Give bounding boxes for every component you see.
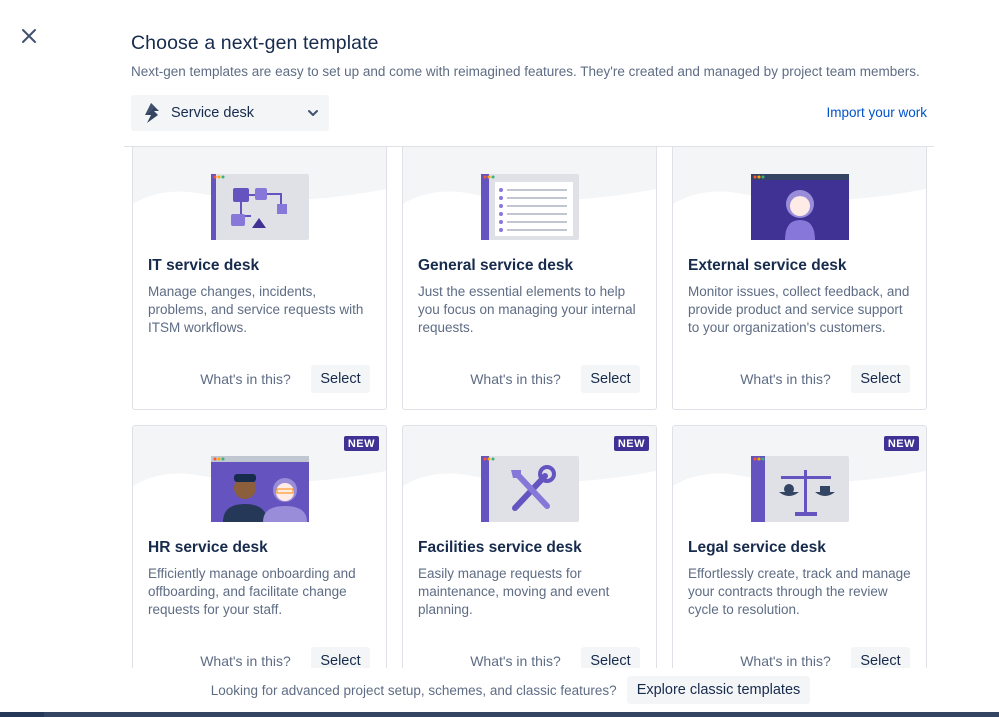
new-badge: NEW [613,436,649,451]
template-card-legal[interactable]: NEW Legal service desk Effortlessly crea… [672,425,927,668]
footer-message: Looking for advanced project setup, sche… [210,682,617,698]
scales-icon [750,456,849,522]
select-button[interactable]: Select [311,647,370,668]
people-icon [210,456,309,522]
project-type-value: Service desk [171,105,255,121]
tools-icon [480,456,579,522]
new-badge: NEW [343,436,379,451]
select-button[interactable]: Select [851,647,910,668]
template-name: External service desk [688,257,847,274]
template-description: Monitor issues, collect feedback, and pr… [688,284,910,335]
bottom-bar [0,712,999,717]
select-button[interactable]: Select [581,365,640,393]
template-card-facilities[interactable]: NEW Facilities service desk Easily manag… [402,425,657,668]
bottom-bar-segment [0,712,44,717]
dialog-title: Choose a next-gen template [131,32,379,54]
template-description: Manage changes, incidents, problems, and… [148,284,364,335]
template-name: Facilities service desk [418,539,582,556]
template-grid[interactable]: IT service desk Manage changes, incident… [124,146,934,668]
chevron-down-icon [308,110,318,116]
checklist-icon [480,174,579,240]
template-name: General service desk [418,257,574,274]
template-card-it[interactable]: IT service desk Manage changes, incident… [132,147,387,410]
import-work-link[interactable]: Import your work [826,105,927,120]
template-name: IT service desk [148,257,260,274]
select-button[interactable]: Select [311,365,370,393]
template-name: HR service desk [148,539,268,556]
template-description: Easily manage requests for maintenance, … [418,566,610,617]
explore-classic-templates-button[interactable]: Explore classic templates [626,676,811,704]
template-card-general[interactable]: General service desk Just the essential … [402,147,657,410]
whats-in-this-link[interactable]: What's in this? [463,365,568,393]
whats-in-this-link[interactable]: What's in this? [733,647,838,668]
template-name: Legal service desk [688,539,826,556]
whats-in-this-link[interactable]: What's in this? [463,647,568,668]
close-icon [22,29,36,43]
whats-in-this-link[interactable]: What's in this? [733,365,838,393]
project-type-select[interactable]: Service desk [131,95,329,131]
dialog-subtitle: Next-gen templates are easy to set up an… [131,64,920,79]
whats-in-this-link[interactable]: What's in this? [193,365,298,393]
select-button[interactable]: Select [581,647,640,668]
close-button[interactable] [17,24,41,48]
template-description: Effortlessly create, track and manage yo… [688,566,911,617]
select-button[interactable]: Select [851,365,910,393]
template-card-external[interactable]: External service desk Monitor issues, co… [672,147,927,410]
template-description: Just the essential elements to help you … [418,284,636,335]
whats-in-this-link[interactable]: What's in this? [193,647,298,668]
new-badge: NEW [883,436,919,451]
workflow-diagram-icon [210,174,309,240]
lightning-bolt-icon [143,102,163,124]
template-card-hr[interactable]: NEW HR service desk Efficiently manage o… [132,425,387,668]
customer-avatar-icon [750,174,849,240]
footer: Looking for advanced project setup, sche… [0,668,999,712]
template-description: Efficiently manage onboarding and offboa… [148,566,356,617]
